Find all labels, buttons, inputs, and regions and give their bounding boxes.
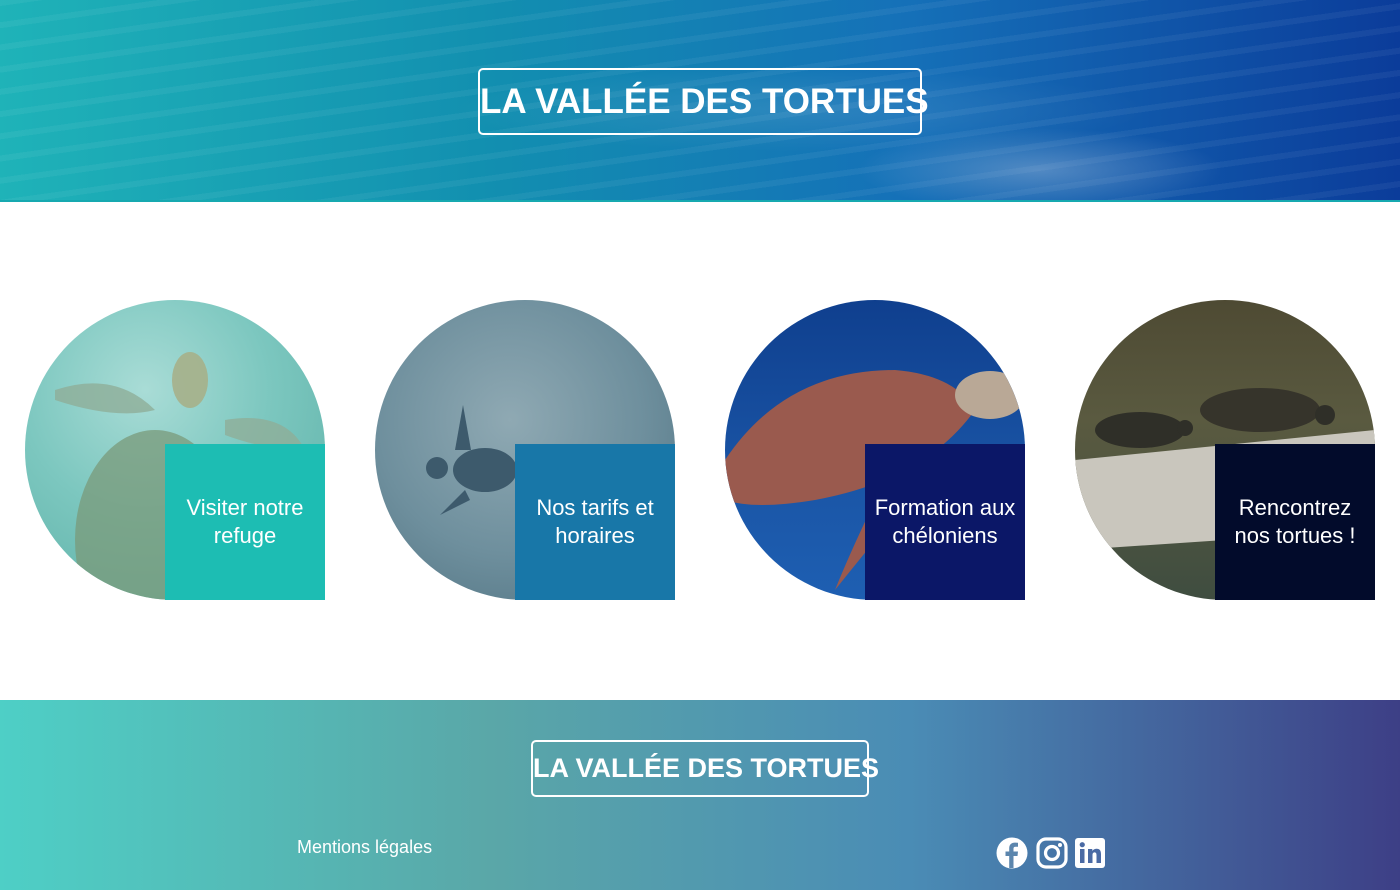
card-meet-turtles[interactable]: Rencontrez nos tortues ! — [1075, 300, 1375, 600]
linkedin-icon[interactable] — [1073, 836, 1107, 870]
card-training[interactable]: Formation aux chéloniens — [725, 300, 1025, 600]
footer-logo[interactable]: LA VALLÉE DES TORTUES — [531, 740, 879, 797]
facebook-icon[interactable] — [995, 836, 1029, 870]
hero-banner: LA VALLÉE DES TORTUES — [0, 0, 1400, 200]
instagram-icon[interactable] — [1035, 836, 1069, 870]
legal-notice-link[interactable]: Mentions légales — [297, 837, 432, 858]
site-logo[interactable]: LA VALLÉE DES TORTUES — [478, 68, 929, 135]
footer: LA VALLÉE DES TORTUES Mentions légales — [0, 700, 1400, 890]
card-prices-hours[interactable]: Nos tarifs et horaires — [375, 300, 675, 600]
card-label: Nos tarifs et horaires — [515, 444, 675, 600]
hero-divider — [0, 200, 1400, 202]
card-label: Rencontrez nos tortues ! — [1215, 444, 1375, 600]
card-visit-refuge[interactable]: Visiter notre refuge — [25, 300, 325, 600]
card-label: Visiter notre refuge — [165, 444, 325, 600]
card-label: Formation aux chéloniens — [865, 444, 1025, 600]
